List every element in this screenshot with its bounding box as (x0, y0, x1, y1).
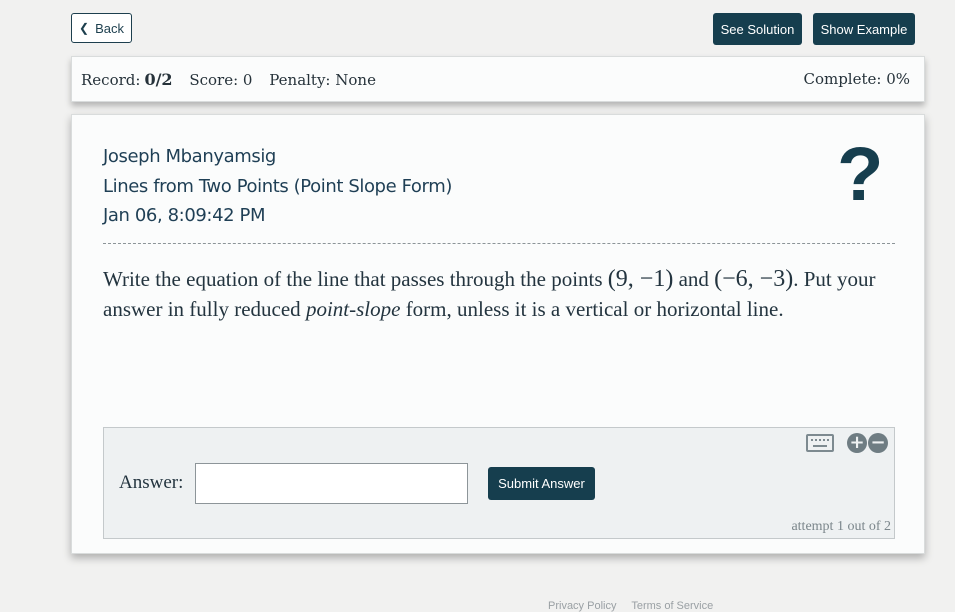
plus-icon[interactable]: + (847, 433, 867, 453)
point-slope-emphasis: point-slope (305, 297, 401, 321)
attempt-counter: attempt 1 out of 2 (791, 519, 891, 534)
record-label: Record: (81, 71, 141, 89)
chevron-left-icon: ❮ (79, 21, 90, 35)
question-part-4: form, unless it is a vertical or horizon… (400, 297, 784, 321)
question-part-2: and (673, 267, 715, 291)
assignment-title: Lines from Two Points (Point Slope Form) (103, 175, 452, 197)
point-2: (−6, −3) (714, 266, 794, 292)
see-solution-button[interactable]: See Solution (713, 13, 802, 45)
back-button[interactable]: ❮ Back (71, 13, 132, 43)
timestamp: Jan 06, 8:09:42 PM (103, 205, 266, 226)
record-value: 0/2 (144, 70, 173, 89)
minus-icon[interactable]: − (868, 433, 888, 453)
footer-links: Privacy Policy Terms of Service (548, 600, 725, 612)
complete-status: Complete: 0% (803, 70, 910, 88)
answer-panel: + − Answer: Submit Answer attempt 1 out … (103, 427, 895, 539)
question-text: Write the equation of the line that pass… (103, 264, 903, 324)
divider (103, 243, 895, 244)
terms-of-service-link[interactable]: Terms of Service (631, 600, 713, 612)
record-bar: Record: 0/2 Score: 0 Penalty: None Comple… (71, 56, 925, 102)
penalty: Penalty: None (269, 71, 376, 89)
question-meta: Joseph Mbanyamsig Lines from Two Points … (103, 142, 452, 231)
question-part-1: Write the equation of the line that pass… (103, 267, 608, 291)
show-example-button[interactable]: Show Example (813, 13, 915, 45)
back-button-label: Back (95, 20, 124, 36)
record: Record: 0/2 (81, 70, 173, 89)
point-1: (9, −1) (607, 266, 674, 292)
answer-input[interactable] (195, 463, 468, 504)
answer-label: Answer: (119, 472, 184, 493)
keyboard-icon[interactable] (806, 434, 834, 452)
help-question-icon[interactable]: ? (837, 137, 883, 213)
submit-answer-button[interactable]: Submit Answer (488, 467, 595, 500)
privacy-policy-link[interactable]: Privacy Policy (548, 600, 616, 612)
student-name: Joseph Mbanyamsig (103, 146, 276, 167)
record-stats: Record: 0/2 Score: 0 Penalty: None (81, 70, 388, 89)
question-card: Joseph Mbanyamsig Lines from Two Points … (71, 114, 925, 554)
score: Score: 0 (189, 71, 253, 89)
